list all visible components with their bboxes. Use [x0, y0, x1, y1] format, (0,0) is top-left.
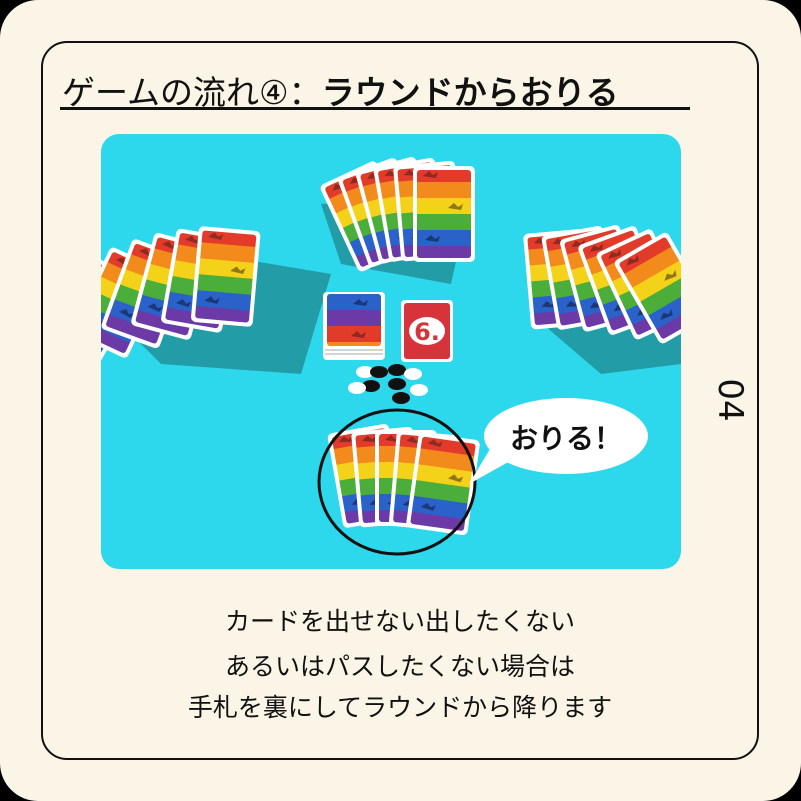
speech-bubble: おりる！: [469, 398, 648, 484]
face-up-card-value: 6.: [414, 318, 440, 346]
caption-line-2: あるいはパスしたくない場合は: [224, 652, 575, 681]
game-illustration: 6. おりる！: [101, 155, 681, 556]
caption-line-3: 手札を裏にしてラウンドから降ります: [187, 693, 613, 722]
game-photo: 6. おりる！: [101, 134, 681, 569]
caption-line-1: カードを出せない出したくない: [224, 607, 575, 636]
draw-deck: [323, 292, 385, 360]
chips: [348, 364, 428, 404]
face-up-card: 6.: [401, 300, 453, 362]
folded-hand: [327, 423, 481, 536]
page-number: 04: [710, 378, 750, 422]
title-underline: [60, 107, 690, 110]
speech-bubble-text: おりる！: [510, 422, 622, 455]
right-player-hand: [523, 223, 681, 346]
